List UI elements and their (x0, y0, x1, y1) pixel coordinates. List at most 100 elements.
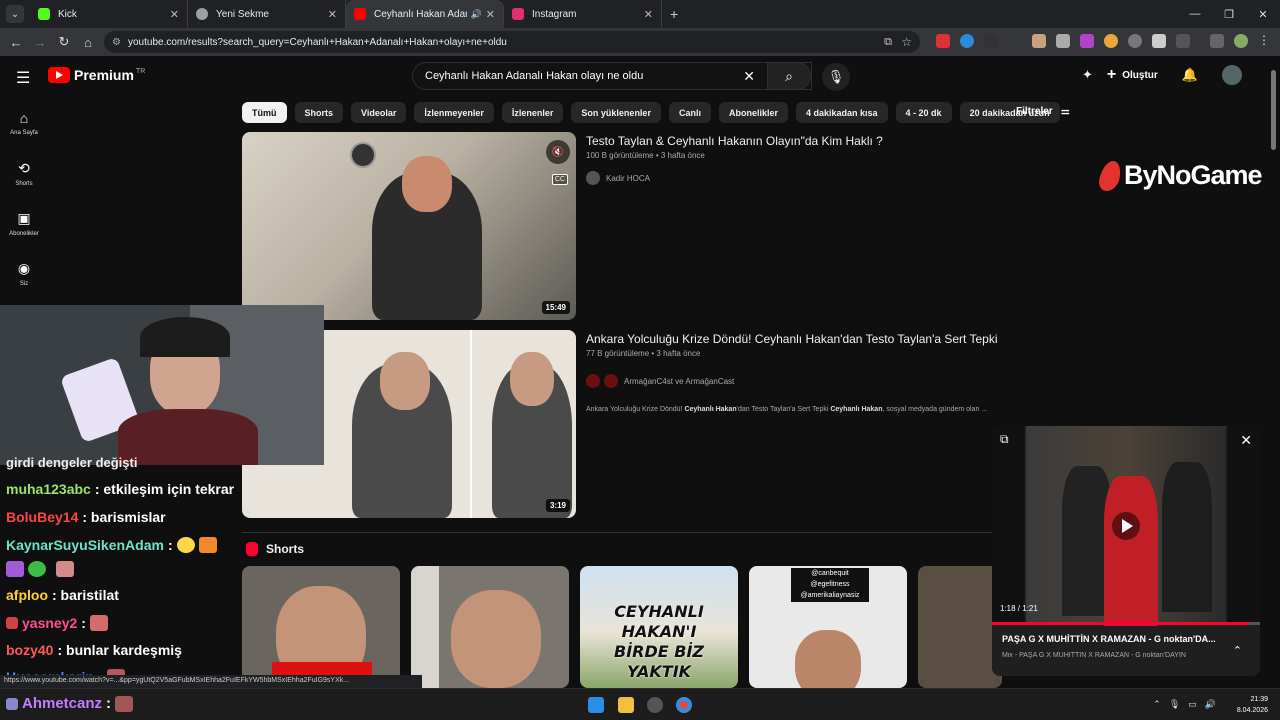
page-scrollbar[interactable] (1270, 60, 1278, 688)
expand-miniplayer-icon[interactable]: ⧉ (1000, 432, 1009, 447)
tab-youtube[interactable]: Ceyhanlı Hakan Adanalı Ha 🔊 ✕ (346, 0, 504, 28)
video-title[interactable]: Ankara Yolculuğu Krize Döndü! Ceyhanlı H… (586, 332, 998, 346)
sponsor-logo[interactable]: ByNoGame (1096, 160, 1263, 191)
mute-icon[interactable]: 🔇 (546, 140, 570, 164)
youtube-logo[interactable]: Premium TR (48, 67, 145, 83)
scrollbar-thumb[interactable] (1271, 70, 1276, 150)
short-thumbnail[interactable] (411, 566, 569, 688)
close-tab-icon[interactable]: ✕ (170, 8, 179, 21)
extension-icon[interactable] (1104, 34, 1118, 48)
extension-icon[interactable] (1056, 34, 1070, 48)
miniplayer-progress-bar[interactable] (992, 622, 1260, 625)
chip-4-20-min[interactable]: 4 - 20 dk (895, 102, 952, 123)
extension-icon[interactable] (1128, 34, 1142, 48)
chip-recent[interactable]: Son yüklenenler (571, 102, 661, 123)
tab-search-button[interactable]: ⌄ (6, 5, 24, 23)
bookmark-star-icon[interactable]: ☆ (901, 35, 912, 49)
chip-unwatched[interactable]: İzlenmeyenler (414, 102, 494, 123)
extension-icon[interactable] (1032, 34, 1046, 48)
address-bar[interactable]: ⚙ youtube.com/results?search_query=Ceyha… (104, 31, 920, 53)
shield-icon[interactable] (1152, 34, 1166, 48)
short-thumbnail[interactable]: CEYHANLI HAKAN'I BİRDE BİZ YAKTIK (580, 566, 738, 688)
chevron-up-icon[interactable]: ⌃ (1233, 644, 1242, 657)
chip-under-4-min[interactable]: 4 dakikadan kısa (795, 102, 888, 123)
extension-icon[interactable] (1080, 34, 1094, 48)
face-image (451, 590, 541, 688)
channel-link[interactable]: ArmağanC4st ve ArmağanCast (586, 374, 734, 388)
windows-start-icon[interactable] (588, 697, 604, 713)
captions-icon[interactable]: CC (551, 174, 568, 185)
browser-menu-icon[interactable]: ⋮ (1258, 33, 1272, 47)
install-app-icon[interactable]: ⧉ (884, 36, 892, 49)
close-miniplayer-icon[interactable]: ✕ (1240, 432, 1252, 449)
sidebar-item-you[interactable]: ◉ Siz (0, 248, 48, 298)
site-info-icon[interactable]: ⚙ (112, 37, 121, 48)
file-explorer-icon[interactable] (618, 697, 634, 713)
headphones-image (140, 317, 230, 357)
chrome-icon[interactable] (676, 697, 692, 713)
miniplayer-video[interactable]: ⧉ ✕ 1:18 / 1:21 (992, 426, 1260, 626)
clear-search-icon[interactable]: ✕ (743, 68, 755, 85)
sidebar-item-home[interactable]: ⌂ Ana Sayfa (0, 98, 48, 148)
profile-avatar[interactable] (1234, 34, 1248, 48)
forward-icon[interactable]: → (28, 35, 52, 50)
search-button[interactable]: ⌕ (767, 62, 811, 90)
menu-hamburger-icon[interactable]: ☰ (16, 68, 30, 88)
video-thumbnail[interactable]: 🔇 CC 15:49 (242, 132, 576, 320)
miniplayer-title[interactable]: PAŞA G X MUHİTTİN X RAMAZAN - G noktan'D… (1002, 634, 1222, 644)
chip-videos[interactable]: Videolar (351, 102, 407, 123)
microphone-icon[interactable]: 🎙 (1169, 699, 1180, 710)
extension-icon[interactable] (984, 34, 998, 48)
home-icon[interactable]: ⌂ (76, 35, 100, 50)
filters-button[interactable]: Filtreler ⚌ (1016, 106, 1070, 117)
chip-watched[interactable]: İzlenenler (501, 102, 564, 123)
sidebar-item-label: Shorts (15, 180, 33, 187)
miniplayer-time: 1:18 / 1:21 (1000, 604, 1038, 613)
you-icon: ◉ (17, 259, 31, 276)
search-input[interactable]: Ceyhanlı Hakan Adanalı Hakan olayı ne ol… (412, 62, 812, 90)
close-tab-icon[interactable]: ✕ (328, 8, 337, 21)
back-icon[interactable]: ← (4, 35, 28, 50)
reading-list-icon[interactable] (1210, 34, 1224, 48)
adblock-extension-icon[interactable] (936, 34, 950, 48)
miniplayer[interactable]: ⧉ ✕ 1:18 / 1:21 PAŞA G X MUHİTTİN X RAMA… (992, 426, 1260, 676)
clock-date: 8.04.2026 (1236, 707, 1268, 714)
obs-icon[interactable] (647, 697, 663, 713)
play-button[interactable] (1112, 512, 1140, 540)
chip-shorts[interactable]: Shorts (294, 102, 344, 123)
create-button[interactable]: + Oluştur (1107, 66, 1158, 84)
tab-kick[interactable]: Kick ✕ (30, 0, 188, 28)
volume-icon[interactable]: 🔊 (1205, 699, 1216, 710)
close-tab-icon[interactable]: ✕ (644, 8, 653, 21)
close-tab-icon[interactable]: ✕ (486, 8, 495, 21)
new-tab-button[interactable]: + (670, 6, 678, 22)
sidebar-item-subscriptions[interactable]: ▣ Abonelikler (0, 198, 48, 248)
chip-subscriptions[interactable]: Abonelikler (718, 102, 788, 123)
reload-icon[interactable]: ↻ (52, 34, 76, 50)
chip-live[interactable]: Canlı (668, 102, 711, 123)
close-window-icon[interactable]: ✕ (1246, 0, 1280, 28)
voice-search-icon[interactable]: 🎙 (822, 63, 850, 91)
minimize-icon[interactable]: — (1178, 0, 1212, 28)
extension-icon[interactable] (960, 34, 974, 48)
short-thumbnail[interactable] (918, 566, 1002, 688)
notifications-bell-icon[interactable]: 🔔 (1182, 67, 1198, 83)
shorts-heading-text: Shorts (266, 542, 305, 556)
short-thumbnail[interactable]: @canbequit @egefitness @amerikaliaynasiz (749, 566, 907, 688)
extensions-puzzle-icon[interactable] (1176, 34, 1190, 48)
tab-instagram[interactable]: Instagram ✕ (504, 0, 662, 28)
account-avatar[interactable] (1222, 65, 1242, 85)
audio-playing-icon[interactable]: 🔊 (471, 9, 482, 20)
chip-all[interactable]: Tümü (242, 102, 287, 123)
tab-new-tab[interactable]: Yeni Sekme ✕ (188, 0, 346, 28)
ai-assistant-icon[interactable]: ✦ (1082, 67, 1093, 83)
emote-icon (176, 537, 195, 553)
channel-link[interactable]: Kadir HOCA (586, 171, 650, 185)
system-clock[interactable]: 21:39 8.04.2026 (1237, 694, 1268, 716)
short-thumbnail[interactable] (242, 566, 400, 688)
sidebar-item-shorts[interactable]: ⟲ Shorts (0, 148, 48, 198)
maximize-icon[interactable]: ❐ (1212, 0, 1246, 28)
display-icon[interactable]: ▭ (1188, 699, 1197, 710)
video-title[interactable]: Testo Taylan & Ceyhanlı Hakanın Olayın"d… (586, 134, 883, 148)
tray-expand-icon[interactable]: ⌃ (1153, 699, 1161, 710)
